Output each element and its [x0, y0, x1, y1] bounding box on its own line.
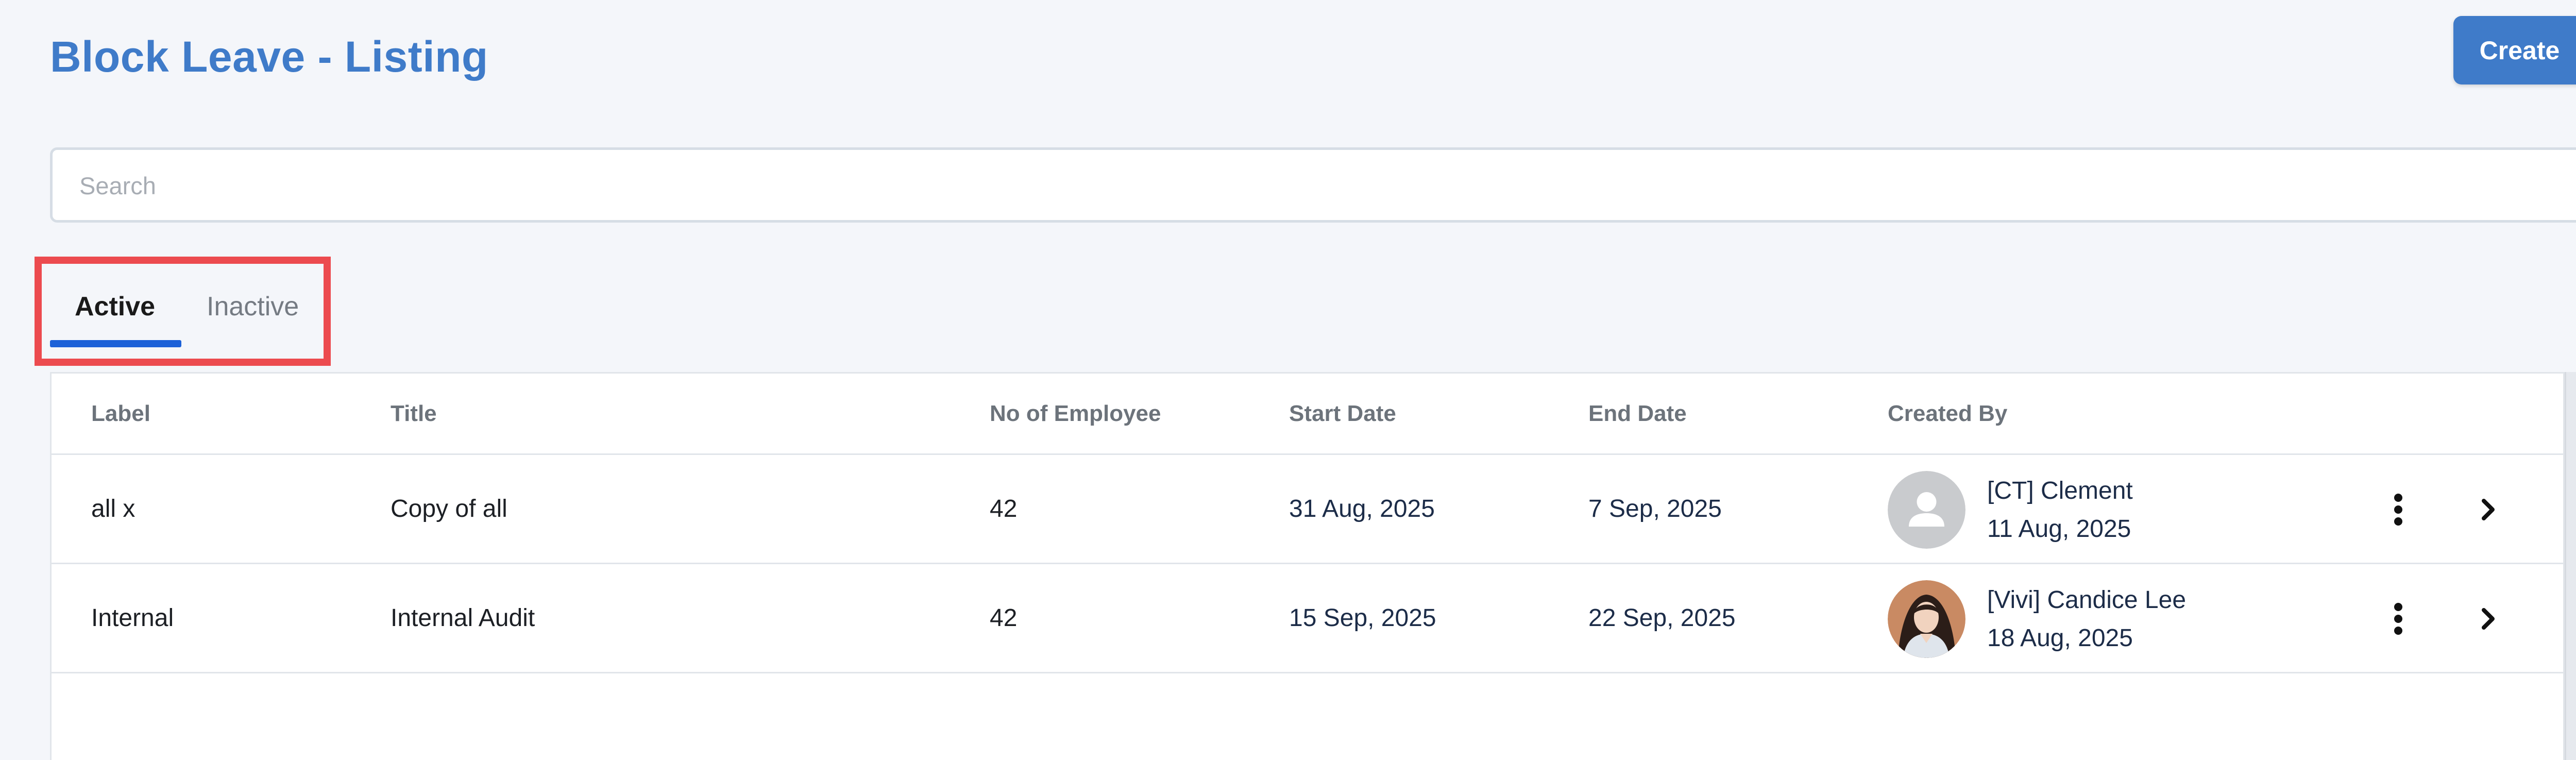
- column-header-created-by[interactable]: Created By: [1888, 374, 2007, 453]
- column-header-start-date[interactable]: Start Date: [1289, 374, 1396, 453]
- row-label: all x: [91, 495, 135, 522]
- row-no-of-employee: 42: [990, 604, 1018, 632]
- tab-active[interactable]: Active: [75, 286, 155, 327]
- table-scrollbar[interactable]: [2565, 372, 2576, 760]
- created-by-date: 18 Aug, 2025: [1987, 624, 2133, 652]
- table-header-row: Label Title No of Employee Start Date En…: [50, 374, 2565, 455]
- row-title: Copy of all: [391, 495, 507, 522]
- column-header-no-of-employee[interactable]: No of Employee: [990, 374, 1161, 453]
- chevron-right-icon[interactable]: [2468, 489, 2509, 530]
- row-start-date: 15 Sep, 2025: [1289, 604, 1436, 632]
- search-box: [50, 147, 2576, 223]
- kebab-menu-icon[interactable]: [2378, 598, 2419, 639]
- row-title: Internal Audit: [391, 604, 535, 632]
- row-end-date: 22 Sep, 2025: [1588, 604, 1736, 632]
- created-by-name: [CT] Clement: [1987, 477, 2133, 504]
- page-title: Block Leave - Listing: [50, 32, 488, 81]
- table-row[interactable]: Internal Internal Audit 42 15 Sep, 2025 …: [50, 564, 2565, 673]
- default-user-avatar-icon: [1888, 471, 1965, 549]
- block-leave-listing-page: Block Leave - Listing Create Active Inac…: [0, 0, 2576, 760]
- row-start-date: 31 Aug, 2025: [1289, 495, 1435, 522]
- tab-inactive[interactable]: Inactive: [207, 286, 299, 327]
- active-tab-indicator: [50, 340, 181, 347]
- table-row[interactable]: all x Copy of all 42 31 Aug, 2025 7 Sep,…: [50, 455, 2565, 564]
- row-end-date: 7 Sep, 2025: [1588, 495, 1722, 522]
- column-header-end-date[interactable]: End Date: [1588, 374, 1687, 453]
- kebab-menu-icon[interactable]: [2378, 489, 2419, 530]
- row-label: Internal: [91, 604, 174, 632]
- created-by-name: [Vivi] Candice Lee: [1987, 586, 2187, 614]
- column-header-title[interactable]: Title: [391, 374, 437, 453]
- search-input[interactable]: [78, 150, 2576, 221]
- column-header-label[interactable]: Label: [91, 374, 150, 453]
- user-photo-avatar: [1888, 580, 1965, 658]
- create-button[interactable]: Create: [2453, 16, 2576, 85]
- created-by-date: 11 Aug, 2025: [1987, 515, 2131, 543]
- chevron-right-icon[interactable]: [2468, 598, 2509, 639]
- row-no-of-employee: 42: [990, 495, 1018, 522]
